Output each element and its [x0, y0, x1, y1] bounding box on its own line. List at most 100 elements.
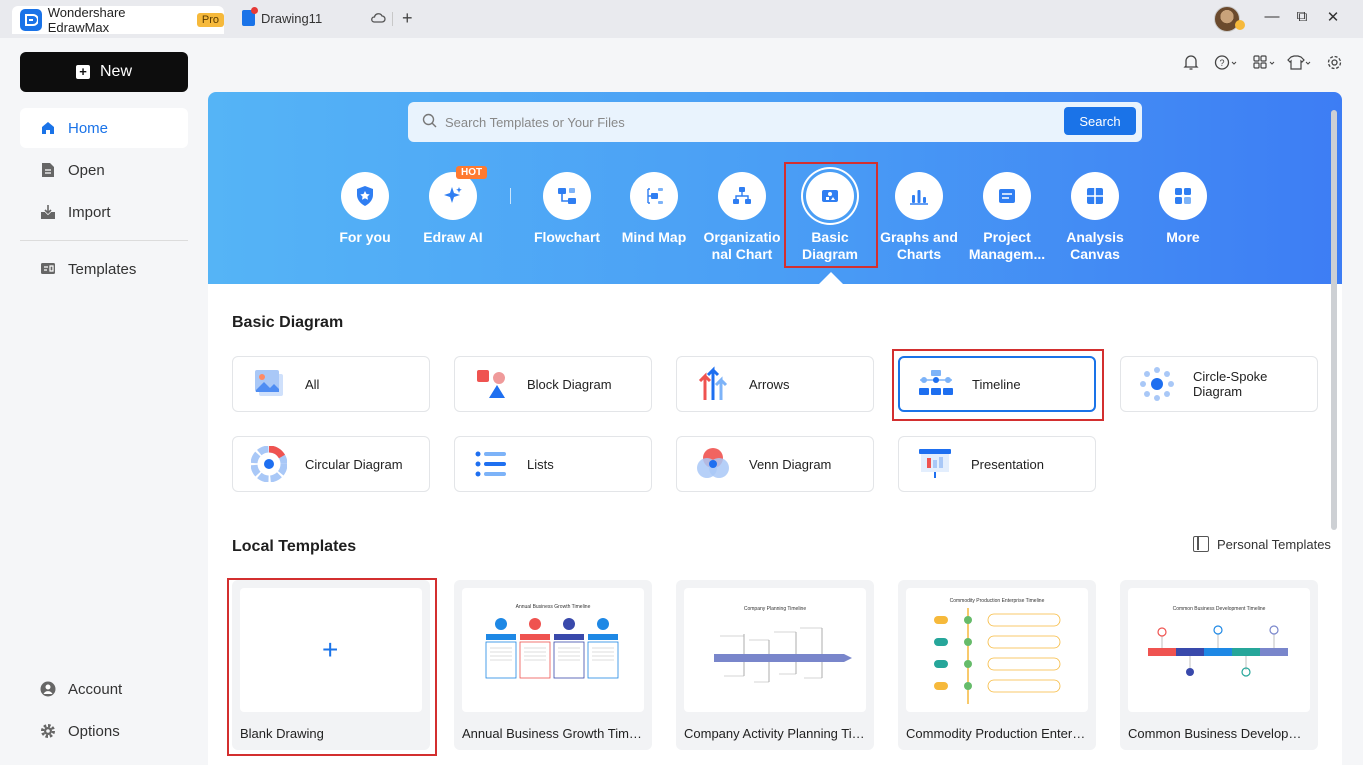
apps-icon[interactable] — [1252, 54, 1276, 75]
highlight-box-basic-diagram — [784, 162, 878, 268]
category-label: Graphs and Charts — [880, 229, 958, 262]
template-thumbnail: Common Business Development Timeline — [1128, 588, 1310, 712]
sidebar-item-label: Import — [68, 203, 111, 221]
hot-badge: HOT — [456, 166, 488, 179]
category-organizational-chart[interactable]: Organizatio nal Chart — [698, 172, 786, 263]
diagram-card-venn-diagram[interactable]: Venn Diagram — [676, 436, 874, 492]
sidebar-divider — [20, 240, 188, 241]
arrows-icon — [698, 366, 728, 400]
app-tab[interactable]: Wondershare EdrawMax Pro — [12, 5, 224, 35]
diagram-card-label: Arrows — [749, 376, 790, 392]
diagram-card-all[interactable]: All — [232, 356, 430, 412]
diagram-card-label: All — [305, 376, 320, 392]
help-icon[interactable]: ? — [1214, 54, 1238, 75]
template-card-company-activity-planning[interactable]: Company Planning Timeline Company Activi… — [676, 580, 874, 750]
highlight-box-blank-drawing — [227, 578, 437, 756]
plus-icon: + — [75, 65, 90, 79]
template-card-label: Common Business Developmen... — [1128, 726, 1310, 741]
sidebar-item-label: Open — [68, 161, 105, 179]
diagram-card-label: Circle-Spoke Diagram — [1193, 369, 1268, 399]
shield-star-icon — [341, 172, 389, 220]
search-bar[interactable]: Search — [408, 102, 1142, 142]
diagram-card-block-diagram[interactable]: Block Diagram — [454, 356, 652, 412]
template-card-common-business-development[interactable]: Common Business Development Timeline Com… — [1120, 580, 1318, 750]
sidebar-item-label: Templates — [68, 260, 137, 278]
diagram-card-label: Venn Diagram — [749, 456, 832, 472]
template-thumbnail: Commodity Production Enterprise Timeline — [906, 588, 1088, 712]
thumbnail-title: Company Planning Timeline — [744, 606, 806, 612]
vertical-scrollbar[interactable] — [1331, 110, 1337, 530]
venn-icon — [697, 448, 729, 478]
category-label: Flowchart — [533, 229, 601, 245]
sidebar-item-options[interactable]: Options — [20, 711, 188, 751]
category-label: Project Managem... — [968, 229, 1046, 262]
tab-divider — [392, 12, 393, 26]
project-icon — [983, 172, 1031, 220]
selected-category-caret — [819, 272, 843, 284]
category-label: More — [1166, 229, 1200, 245]
sparkle-icon — [429, 172, 477, 220]
category-label: Analysis Canvas — [1066, 229, 1124, 262]
template-card-annual-business-growth[interactable]: Annual Business Growth Timeline Annual B… — [454, 580, 652, 750]
search-input[interactable] — [445, 114, 1142, 130]
shirt-icon[interactable] — [1286, 54, 1312, 75]
close-icon[interactable]: ✕ — [1323, 8, 1343, 26]
personal-templates-link[interactable]: Personal Templates — [1193, 536, 1331, 552]
sidebar-item-label: Options — [68, 722, 120, 740]
diagram-card-circle-spoke[interactable]: Circle-Spoke Diagram — [1120, 356, 1318, 412]
new-button-label: New — [99, 63, 132, 80]
flowchart-icon — [543, 172, 591, 220]
hero-banner: Search For you HOT Edraw AI Flowchart — [208, 92, 1342, 284]
diagram-card-presentation[interactable]: Presentation — [898, 436, 1096, 492]
new-button[interactable]: + New — [20, 52, 188, 92]
category-label: Edraw AI — [423, 229, 483, 245]
cloud-sync-icon[interactable] — [370, 11, 386, 28]
user-icon — [40, 681, 56, 697]
category-mind-map[interactable]: Mind Map — [610, 172, 698, 246]
thumbnail-title: Annual Business Growth Timeline — [516, 604, 591, 610]
diagram-card-arrows[interactable]: Arrows — [676, 356, 874, 412]
diagram-card-label: Presentation — [971, 456, 1044, 472]
sidebar-item-home[interactable]: Home — [20, 108, 188, 148]
gear-icon[interactable] — [1326, 54, 1343, 75]
home-icon — [40, 120, 56, 136]
section-title-basic-diagram: Basic Diagram — [232, 314, 344, 331]
sidebar-item-label: Home — [68, 119, 109, 137]
avatar-badge — [1235, 20, 1245, 30]
thumbnail-title: Common Business Development Timeline — [1173, 606, 1266, 612]
diagram-card-circular-diagram[interactable]: Circular Diagram — [232, 436, 430, 492]
search-button[interactable]: Search — [1064, 107, 1136, 135]
thumbnail-title: Commodity Production Enterprise Timeline — [950, 598, 1045, 604]
sidebar-item-open[interactable]: Open — [20, 150, 188, 190]
diagram-card-label: Lists — [527, 456, 554, 472]
category-graphs-and-charts[interactable]: Graphs and Charts — [875, 172, 963, 263]
sidebar-item-templates[interactable]: Templates — [20, 249, 188, 289]
category-edraw-ai[interactable]: HOT Edraw AI — [409, 166, 497, 246]
category-label: Organizatio nal Chart — [703, 229, 781, 262]
category-project-management[interactable]: Project Managem... — [963, 172, 1051, 263]
section-title-local-templates: Local Templates — [232, 538, 357, 555]
bell-icon[interactable] — [1183, 54, 1199, 75]
template-card-label: Commodity Production Enterpri... — [906, 726, 1088, 741]
document-tab[interactable]: Drawing11 — [242, 7, 322, 26]
sidebar-item-label: Account — [68, 680, 123, 698]
template-thumbnail: Company Planning Timeline — [684, 588, 866, 712]
sidebar-item-account[interactable]: Account — [20, 669, 188, 709]
file-icon — [40, 162, 56, 178]
presentation-icon — [919, 449, 951, 478]
category-analysis-canvas[interactable]: Analysis Canvas — [1051, 172, 1139, 263]
restore-icon[interactable]: ⧉ — [1292, 8, 1312, 25]
circle-spoke-icon — [1140, 367, 1174, 401]
diagram-card-lists[interactable]: Lists — [454, 436, 652, 492]
canvas-icon — [1071, 172, 1119, 220]
category-for-you[interactable]: For you — [321, 172, 409, 246]
minimize-icon[interactable]: — — [1262, 8, 1282, 25]
sidebar-item-import[interactable]: Import — [20, 192, 188, 232]
new-tab-plus-icon[interactable]: + — [402, 8, 413, 28]
category-more[interactable]: More — [1139, 172, 1227, 246]
category-flowchart[interactable]: Flowchart — [523, 172, 611, 246]
category-divider — [510, 188, 511, 204]
templates-icon — [40, 261, 56, 277]
template-card-commodity-production[interactable]: Commodity Production Enterprise Timeline… — [898, 580, 1096, 750]
block-diagram-icon — [477, 370, 505, 398]
